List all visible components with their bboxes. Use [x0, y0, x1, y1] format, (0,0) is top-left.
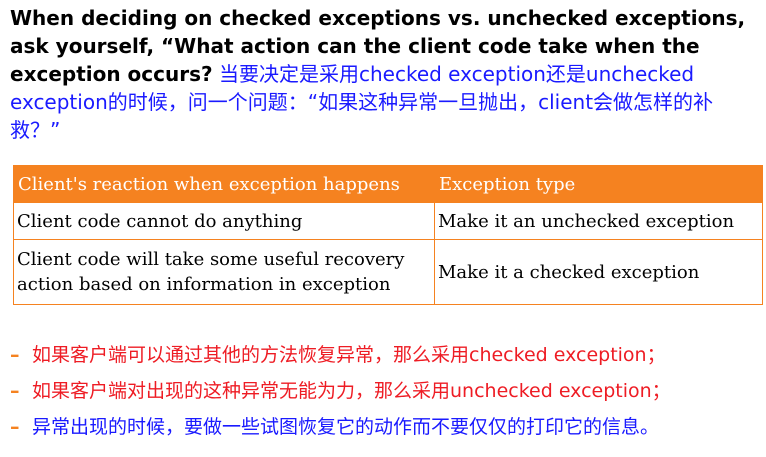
table-header-row: Client's reaction when exception happens…	[13, 165, 763, 203]
table-cell: Make it a checked exception	[434, 239, 763, 305]
bullet-text: 如果客户端对出现的这种异常无能为力，那么采用unchecked exceptio…	[32, 380, 671, 402]
bullet-marker: –	[10, 416, 20, 438]
table-cell: Make it an unchecked exception	[434, 202, 763, 240]
bullet-list: – 如果客户端可以通过其他的方法恢复异常，那么采用checked excepti…	[10, 337, 760, 445]
exception-table: Client's reaction when exception happens…	[13, 165, 763, 305]
table-row: Client code will take some useful recove…	[13, 239, 763, 305]
table-cell: Client code cannot do anything	[13, 202, 435, 240]
bullet-marker: –	[10, 380, 20, 402]
header-exception-type: Exception type	[434, 165, 763, 203]
table-row: Client code cannot do anything Make it a…	[13, 202, 763, 240]
list-item: – 如果客户端可以通过其他的方法恢复异常，那么采用checked excepti…	[10, 337, 760, 373]
intro-paragraph: When deciding on checked exceptions vs. …	[10, 4, 750, 144]
table-cell: Client code will take some useful recove…	[13, 239, 435, 305]
bullet-marker: –	[10, 344, 20, 366]
list-item: – 如果客户端对出现的这种异常无能为力，那么采用unchecked except…	[10, 373, 760, 409]
header-client-reaction: Client's reaction when exception happens	[13, 165, 435, 203]
bullet-text: 如果客户端可以通过其他的方法恢复异常，那么采用checked exception…	[32, 344, 666, 366]
bullet-text: 异常出现的时候，要做一些试图恢复它的动作而不要仅仅的打印它的信息。	[32, 416, 660, 438]
list-item: – 异常出现的时候，要做一些试图恢复它的动作而不要仅仅的打印它的信息。	[10, 409, 760, 445]
